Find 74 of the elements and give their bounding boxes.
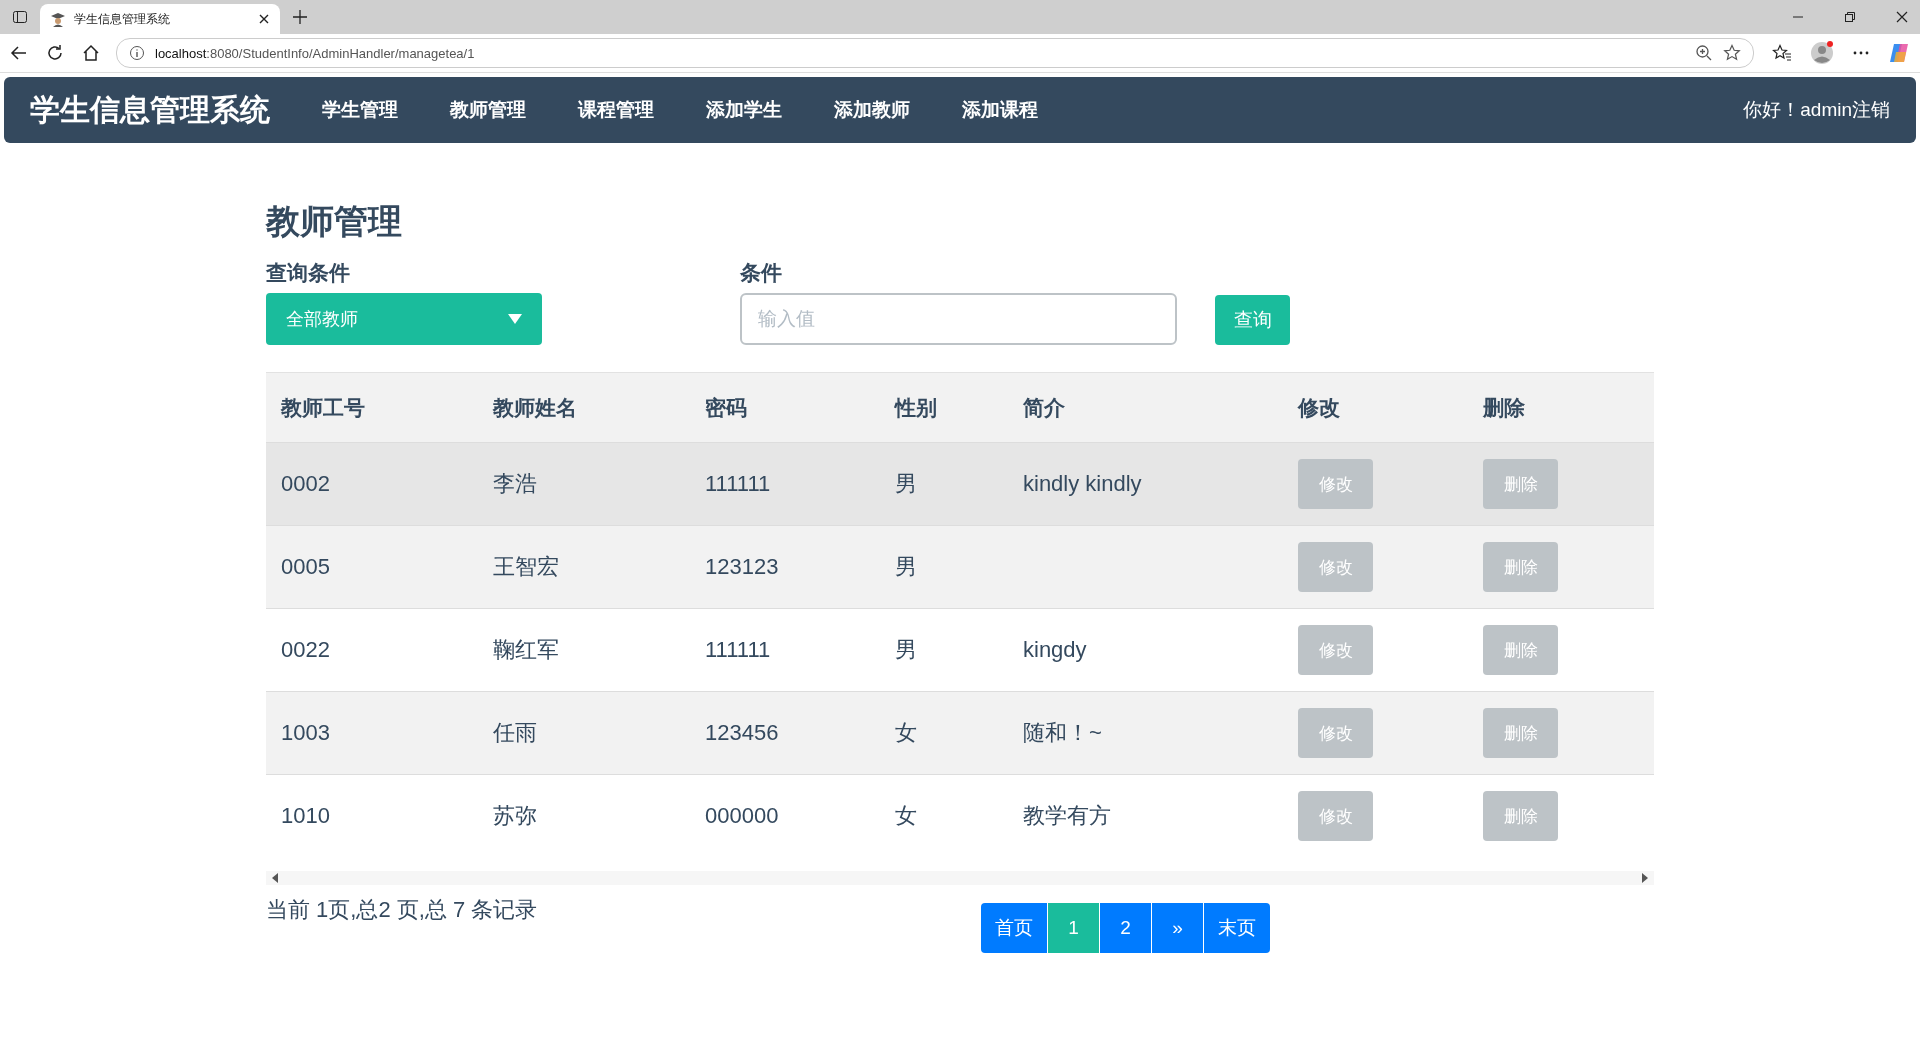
star-icon[interactable] (1723, 44, 1741, 62)
brand-title[interactable]: 学生信息管理系统 (30, 89, 270, 131)
tab-title: 学生信息管理系统 (74, 10, 171, 28)
horizontal-scrollbar[interactable] (266, 871, 1654, 885)
column-header: 修改 (1283, 372, 1468, 443)
close-icon[interactable] (258, 13, 270, 25)
table-cell: 0002 (281, 471, 330, 496)
record-summary: 当前 1页,总2 页,总 7 条记录 (266, 896, 539, 924)
table-cell: kindly kindly (1023, 471, 1142, 496)
nav-link[interactable]: 学生管理 (296, 97, 424, 123)
column-header: 删除 (1468, 372, 1654, 443)
table-cell: 王智宏 (493, 554, 559, 579)
copilot-icon[interactable] (1888, 42, 1910, 64)
back-arrow-icon[interactable] (10, 44, 28, 62)
column-header: 简介 (1008, 372, 1283, 443)
field-label: 查询条件 (266, 260, 351, 286)
logout-link[interactable]: 注销 (1852, 97, 1890, 123)
table-cell: 0022 (281, 637, 330, 662)
page-link[interactable]: 1 (1048, 903, 1099, 953)
table-cell: 教学有方 (1023, 803, 1111, 828)
nav-link[interactable]: 教师管理 (424, 97, 552, 123)
favorites-icon[interactable] (1772, 44, 1792, 62)
profile-avatar-icon[interactable] (1810, 41, 1834, 65)
table-cell: 男 (895, 554, 917, 579)
home-icon[interactable] (82, 44, 100, 62)
column-header: 教师姓名 (478, 372, 690, 443)
scroll-left-icon[interactable] (272, 873, 280, 883)
table-cell: 0005 (281, 554, 330, 579)
table-cell: 随和！~ (1023, 720, 1102, 745)
table-cell: 男 (895, 637, 917, 662)
table-cell: 1003 (281, 720, 330, 745)
field-label: 条件 (740, 260, 783, 286)
table-cell: 男 (895, 471, 917, 496)
table-cell: 苏弥 (493, 803, 537, 828)
restore-icon[interactable] (1844, 11, 1856, 23)
scroll-right-icon[interactable] (1640, 873, 1648, 883)
browser-tab[interactable]: 学生信息管理系统 (40, 4, 280, 34)
column-header: 性别 (880, 372, 1008, 443)
table-cell: 1010 (281, 803, 330, 828)
nav-link[interactable]: 添加学生 (680, 97, 808, 123)
address-bar[interactable]: localhost:8080/StudentInfo/AdminHandler/managetea/1 (116, 38, 1754, 68)
column-header: 密码 (690, 372, 880, 443)
table-cell: 111111 (705, 637, 771, 662)
new-tab-icon[interactable] (292, 9, 308, 25)
table-cell: 123456 (705, 720, 779, 745)
page-link[interactable]: 首页 (981, 903, 1047, 953)
page-link[interactable]: » (1152, 903, 1203, 953)
table-cell: 任雨 (493, 720, 537, 745)
page-link[interactable]: 末页 (1204, 903, 1270, 953)
greeting-text: 你好！admin (1743, 98, 1852, 122)
zoom-icon[interactable] (1695, 44, 1713, 62)
table-cell: 女 (895, 720, 917, 745)
page-link[interactable]: 2 (1100, 903, 1151, 953)
nav-link[interactable]: 添加课程 (936, 97, 1064, 123)
table-cell: 鞠红军 (493, 637, 559, 662)
close-icon[interactable] (1896, 11, 1908, 23)
info-icon (129, 45, 145, 61)
nav-link[interactable]: 课程管理 (552, 97, 680, 123)
reload-icon[interactable] (46, 44, 64, 62)
table-cell: 123123 (705, 554, 779, 579)
column-header: 教师工号 (266, 372, 478, 443)
table-cell: 李浩 (493, 471, 537, 496)
table-cell: 000000 (705, 803, 779, 828)
nav-link[interactable]: 添加教师 (808, 97, 936, 123)
caret-icon (508, 314, 522, 324)
page-title: 教师管理 (266, 201, 403, 242)
input-field[interactable]: 输入值 (740, 293, 1177, 345)
table-cell: kingdy (1023, 637, 1087, 662)
condition-dropdown[interactable]: 全部教师 (266, 293, 542, 345)
sidebar-toggle-icon[interactable] (12, 9, 28, 25)
table-cell: 111111 (705, 471, 771, 496)
query-button[interactable]: 查询 (1215, 295, 1290, 345)
table-cell: 女 (895, 803, 917, 828)
graduate-icon (50, 11, 66, 27)
